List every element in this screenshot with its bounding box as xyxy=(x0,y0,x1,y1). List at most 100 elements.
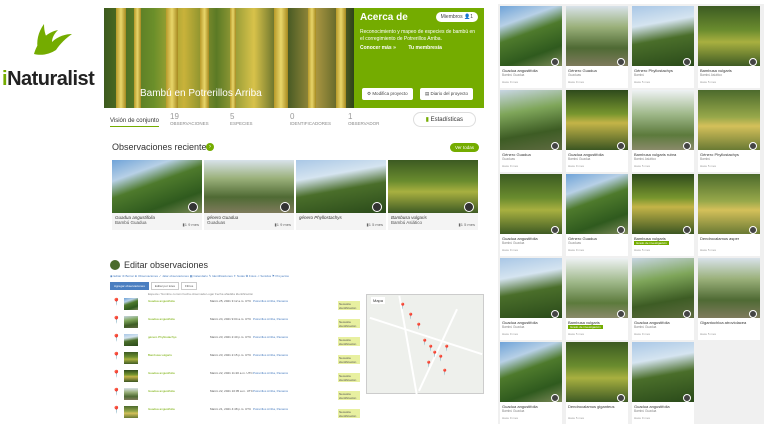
avatar xyxy=(551,58,559,66)
view-all-button[interactable]: Ver todas xyxy=(450,143,480,152)
grid-card[interactable]: Guadua angustifolia Bambú Guadua Hace 9 me… xyxy=(500,174,562,256)
observation-thumbnail[interactable] xyxy=(124,334,138,346)
project-journal-button[interactable]: ▤ Diario del proyecto xyxy=(420,88,474,100)
grid-card[interactable]: Género Phyllostachys Bambú Hace 5 mes xyxy=(698,90,760,172)
research-grade-badge: Grado de investigación xyxy=(634,241,669,245)
avatar xyxy=(749,58,757,66)
stat-species[interactable]: 5 Especies xyxy=(230,112,253,126)
statistics-button[interactable]: ▮ Estadísticas xyxy=(412,112,476,127)
grid-card[interactable]: Bambusa vulgaris Bambú Asiático Hace 5 mes xyxy=(698,6,760,88)
grid-card[interactable]: Bambusa vulgaris Grado de investigación Ha… xyxy=(566,258,628,340)
observation-photo xyxy=(500,342,562,402)
observation-thumbnail[interactable] xyxy=(124,370,138,382)
observation-photo xyxy=(566,342,628,402)
recent-card[interactable]: género Guadua Guaduas ▮1 9 mes xyxy=(204,160,294,230)
table-row[interactable]: 📍 Guadua angustifolia Marzo 24, 2021 9:04 … xyxy=(110,316,360,330)
photo-count: ▮1 9 mes xyxy=(182,222,199,227)
grid-card[interactable]: Guadua angustifolia Bambú Guadua Hace 9 me… xyxy=(566,90,628,172)
avatar xyxy=(683,142,691,150)
grid-card[interactable]: Bambusa vulgaris rubra Bambú Asiático Hace… xyxy=(632,90,694,172)
edit-toolbar[interactable]: ◉ Editar ⊘ Borrar ⊕ Observaciones ✓ Jala… xyxy=(110,274,289,278)
observation-photo xyxy=(500,174,562,234)
avatar xyxy=(749,310,757,318)
bird-icon xyxy=(34,24,72,55)
stat-observations[interactable]: 19 Observaciones xyxy=(170,112,209,126)
recent-card[interactable]: Guadua angustifolia Bambú Guadua ▮1 9 mes xyxy=(112,160,202,230)
map-pin-icon[interactable]: 📍 xyxy=(407,313,414,320)
project-description: Reconocimiento y mapeo de especies de ba… xyxy=(360,29,476,42)
table-header: Especie / Nombre común Fecha observada L… xyxy=(148,292,254,296)
map-pin-icon: 📍 xyxy=(112,389,121,396)
table-row[interactable]: 📍 Guadua angustifolia Marzo 22, 2021 10:05… xyxy=(110,388,360,402)
observation-thumbnail[interactable] xyxy=(124,388,138,400)
grid-card[interactable]: Gigantochloa atroviolacea Hace 5 mes xyxy=(698,258,760,340)
grid-card[interactable]: Bambusa vulgaris Grado de investigación Ha… xyxy=(632,174,694,256)
gear-icon: ⚙ xyxy=(367,91,372,96)
grid-card[interactable]: Guadua angustifolia Bambú Guadua Hace 9 me… xyxy=(500,342,562,424)
map-pin-icon[interactable]: 📍 xyxy=(399,303,406,310)
grid-card[interactable]: Género Guadua Guaduas Hace 9 mes xyxy=(566,6,628,88)
map-pin-icon: 📍 xyxy=(112,299,121,306)
project-header: Bambú en Potrerillos Arriba Acerca de Mi… xyxy=(104,8,484,108)
avatar xyxy=(617,310,625,318)
observation-photo xyxy=(632,174,694,234)
photo-count: ▮1 5 mes xyxy=(458,222,475,227)
avatar xyxy=(464,202,474,212)
chart-icon: ▮ xyxy=(425,117,429,123)
stat-identifiers[interactable]: 0 Identificadores xyxy=(290,112,331,126)
table-row[interactable]: 📍 género Phyllostachys Marzo 23, 2021 2:40… xyxy=(110,334,360,348)
grid-card[interactable]: Género Guadua Guaduas Hace 9 mes xyxy=(500,90,562,172)
avatar xyxy=(683,58,691,66)
membership-link[interactable]: Tu membresía xyxy=(408,45,442,51)
recent-card[interactable]: Bambusa vulgaris Bambú Asiático ▮1 5 mes xyxy=(388,160,478,230)
map-pin-icon: 📍 xyxy=(112,371,121,378)
grid-card[interactable]: Dendrocalamus giganteus Hace 5 mes xyxy=(566,342,628,424)
map-pin-icon[interactable]: 📍 xyxy=(425,361,432,368)
avatar xyxy=(617,226,625,234)
observation-photo xyxy=(566,90,628,150)
arrow-right-icon[interactable]: › xyxy=(206,143,214,151)
table-row[interactable]: 📍 Guadua angustifolia Marzo 25, 2021 3:12 … xyxy=(110,298,360,312)
map-pin-icon[interactable]: 📍 xyxy=(441,369,448,376)
members-button[interactable]: Miembros 👤1 xyxy=(435,12,478,22)
avatar xyxy=(551,142,559,150)
observation-photo xyxy=(500,90,562,150)
batch-edit-button[interactable]: Editar por lotes xyxy=(150,282,180,290)
map-type-toggle[interactable]: Mapa xyxy=(371,297,386,304)
add-observations-button[interactable]: Agregar observaciones xyxy=(110,282,149,290)
observation-photo xyxy=(698,174,760,234)
observations-map[interactable]: Mapa 📍 📍 📍 📍 📍 📍 📍 📍 📍 📍 xyxy=(366,294,484,395)
observation-thumbnail[interactable] xyxy=(124,352,138,364)
map-pin-icon[interactable]: 📍 xyxy=(437,355,444,362)
grid-card[interactable]: Dendrocalamus asper Hace 5 mes xyxy=(698,174,760,256)
table-row[interactable]: 📍 Guadua angustifolia Marzo 21, 2021 4:48 … xyxy=(110,406,360,420)
grid-card[interactable]: Guadua angustifolia Bambú Guadua Hace 9 me… xyxy=(632,342,694,424)
table-row[interactable]: 📍 Guadua angustifolia Marzo 22, 2021 11:20… xyxy=(110,370,360,384)
photo-count: ▮1 5 mes xyxy=(366,222,383,227)
filters-button[interactable]: Filtros xyxy=(181,282,198,290)
inaturalist-logo[interactable]: iNaturalist xyxy=(0,0,104,110)
grid-card[interactable]: Guadua angustifolia Bambú Guadua Hace 9 me… xyxy=(500,258,562,340)
book-icon: ▤ xyxy=(425,91,430,96)
map-pin-icon[interactable]: 📍 xyxy=(443,345,450,352)
about-links: Conocer más » Tu membresía xyxy=(360,45,478,51)
grid-card[interactable]: Guadua angustifolia Bambú Guadua Hace 9 me… xyxy=(500,6,562,88)
observation-thumbnail[interactable] xyxy=(124,406,138,418)
observation-thumbnail[interactable] xyxy=(124,316,138,328)
map-pin-icon: 📍 xyxy=(112,335,121,342)
grid-card[interactable]: Género Guadua Guaduas Hace 9 mes xyxy=(566,174,628,256)
grid-card[interactable]: Género Phyllostachys Bambú Hace 5 mes xyxy=(632,6,694,88)
grid-card[interactable]: Guadua angustifolia Bambú Guadua Hace 9 me… xyxy=(632,258,694,340)
avatar xyxy=(188,202,198,212)
observation-thumbnail[interactable] xyxy=(124,298,138,310)
observation-photo xyxy=(698,6,760,66)
stat-observers[interactable]: 1 Observador xyxy=(348,112,379,126)
map-pin-icon: 📍 xyxy=(112,407,121,414)
map-pin-icon: 📍 xyxy=(112,353,121,360)
map-pin-icon[interactable]: 📍 xyxy=(415,323,422,330)
tab-overview[interactable]: Visión de conjunto xyxy=(110,118,159,127)
modify-project-button[interactable]: ⚙ Modifica proyecto xyxy=(362,88,413,100)
table-row[interactable]: 📍 Bambusa vulgaris Marzo 23, 2021 2:15 p.m… xyxy=(110,352,360,366)
recent-card[interactable]: género Phyllostachys ▮1 5 mes xyxy=(296,160,386,230)
read-more-link[interactable]: Conocer más » xyxy=(360,45,396,51)
